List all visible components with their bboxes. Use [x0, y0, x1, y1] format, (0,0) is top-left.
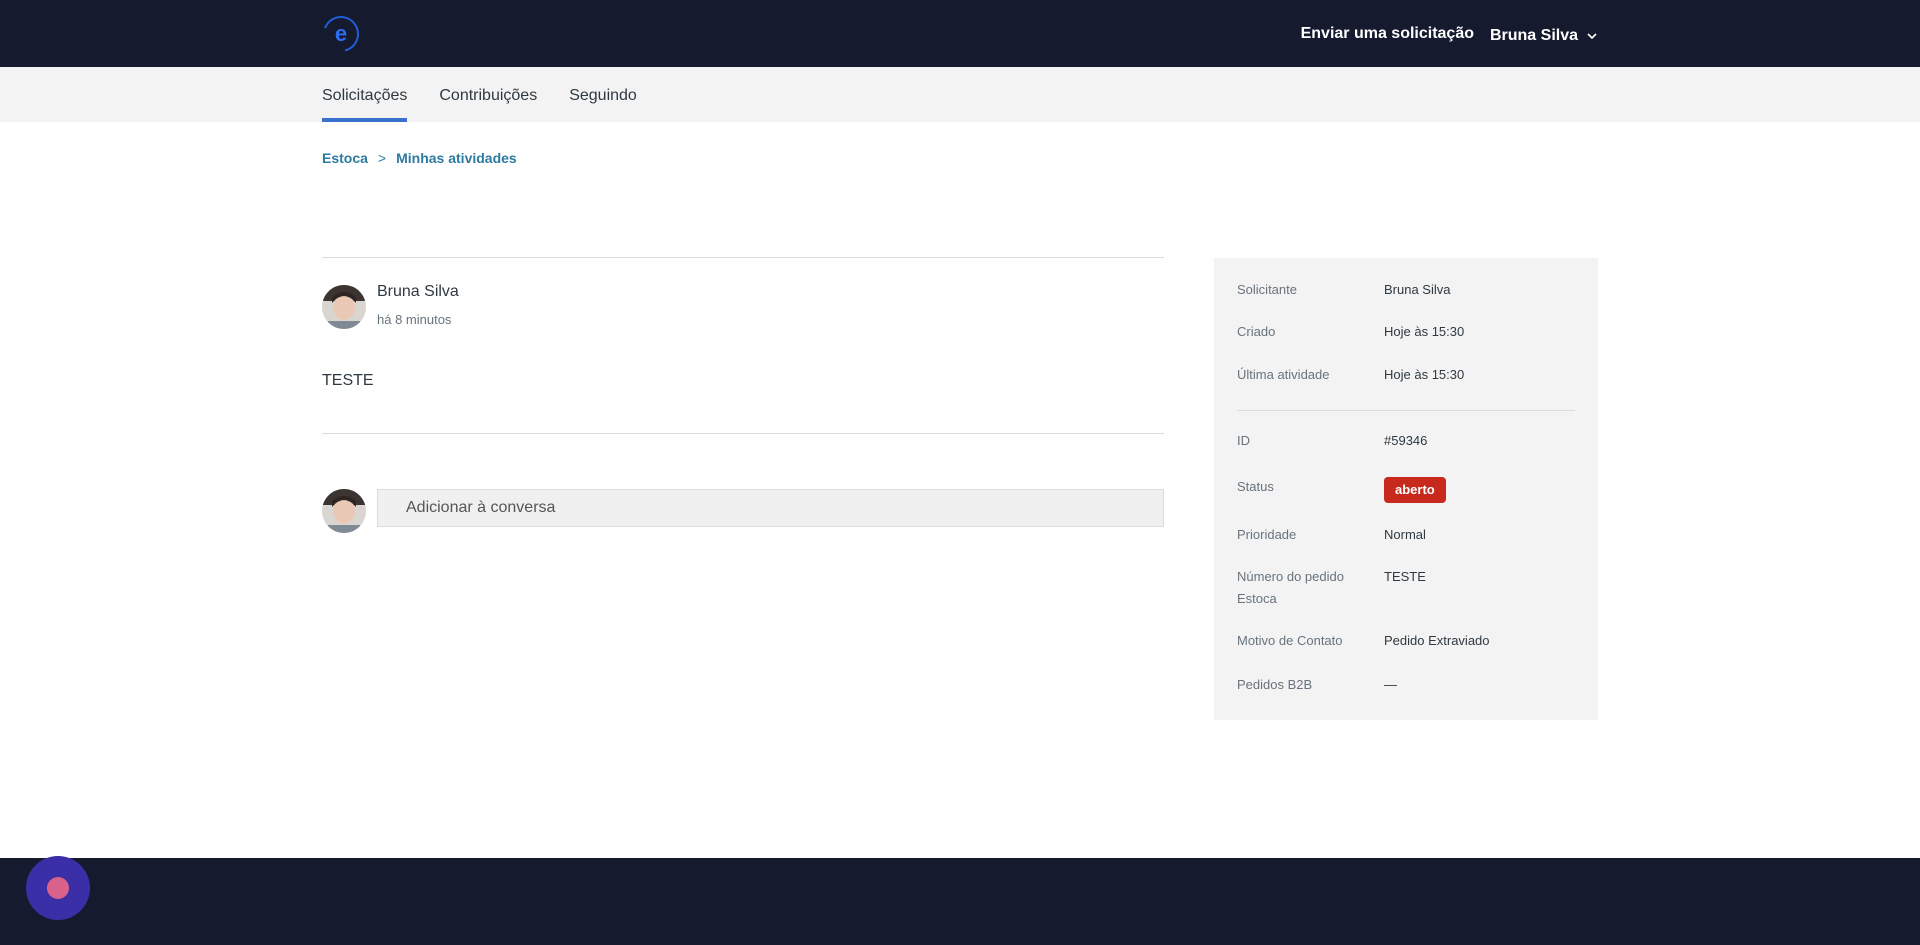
status-badge: aberto	[1384, 477, 1446, 503]
last-activity-label: Última atividade	[1237, 367, 1330, 382]
status-label: Status	[1237, 479, 1274, 494]
chat-launcher-button[interactable]	[26, 856, 90, 920]
order-number-label: Número do pedido Estoca	[1237, 569, 1344, 606]
svg-text:e: e	[335, 21, 347, 46]
top-bar: e Enviar uma solicitação Bruna Silva	[0, 0, 1920, 67]
tab-following[interactable]: Seguindo	[569, 67, 637, 122]
b2b-orders-label: Pedidos B2B	[1237, 677, 1313, 692]
thread-top-divider	[322, 257, 1164, 258]
id-value: #59346	[1384, 433, 1428, 448]
contact-reason-label: Motivo de Contato	[1237, 633, 1343, 648]
id-label: ID	[1237, 433, 1250, 448]
comment-timestamp: há 8 minutos	[377, 312, 452, 327]
sub-navigation: Solicitações Contribuições Seguindo	[0, 67, 1920, 122]
breadcrumb-item-estoca[interactable]: Estoca	[322, 150, 368, 166]
contact-reason-value: Pedido Extraviado	[1384, 633, 1490, 648]
order-number-value: TESTE	[1384, 569, 1426, 584]
priority-label: Prioridade	[1237, 527, 1297, 542]
breadcrumb-separator: >	[377, 150, 387, 166]
user-menu[interactable]: Bruna Silva	[1490, 27, 1598, 45]
requester-value: Bruna Silva	[1384, 282, 1451, 297]
details-divider	[1237, 410, 1575, 411]
request-details-panel: Solicitante Bruna Silva Criado Hoje às 1…	[1214, 258, 1598, 720]
thread-bottom-divider	[322, 433, 1164, 434]
b2b-orders-value: —	[1384, 677, 1397, 692]
chevron-down-icon	[1586, 30, 1598, 42]
chat-bubble-icon	[47, 877, 69, 899]
footer	[0, 858, 1920, 945]
avatar	[322, 285, 366, 329]
created-label: Criado	[1237, 324, 1276, 339]
priority-value: Normal	[1384, 527, 1426, 542]
submit-request-link[interactable]: Enviar uma solicitação	[1301, 25, 1474, 43]
avatar	[322, 489, 366, 533]
tab-requests[interactable]: Solicitações	[322, 67, 408, 122]
last-activity-value: Hoje às 15:30	[1384, 367, 1465, 382]
requester-label: Solicitante	[1237, 282, 1297, 297]
estoca-logo-icon[interactable]: e	[322, 15, 360, 53]
breadcrumb: Estoca > Minhas atividades	[322, 150, 517, 166]
comment-body: TESTE	[322, 372, 374, 389]
tab-contributions[interactable]: Contribuições	[439, 67, 537, 122]
breadcrumb-item-my-activities[interactable]: Minhas atividades	[396, 150, 517, 166]
reply-input[interactable]	[377, 489, 1164, 527]
comment-author[interactable]: Bruna Silva	[377, 283, 459, 301]
created-value: Hoje às 15:30	[1384, 324, 1465, 339]
user-name: Bruna Silva	[1489, 27, 1578, 44]
